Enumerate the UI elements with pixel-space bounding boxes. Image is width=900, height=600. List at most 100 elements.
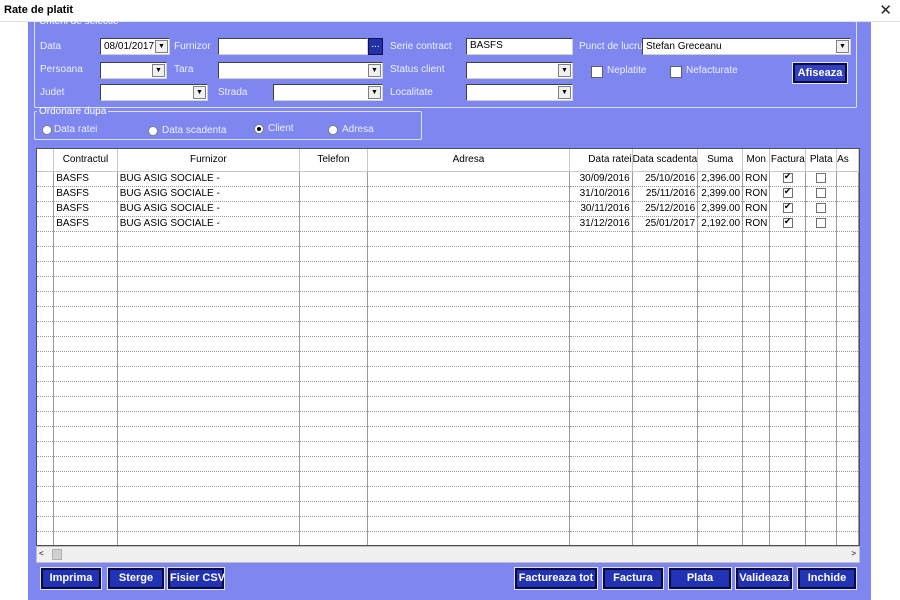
cell-as[interactable] (836, 336, 859, 352)
cell-data-ratei[interactable] (569, 291, 633, 307)
cell-mon[interactable] (742, 306, 771, 322)
cell-factura[interactable] (769, 381, 807, 397)
table-row[interactable] (37, 471, 859, 487)
chevron-down-icon[interactable]: ▼ (155, 40, 168, 53)
table-row[interactable] (37, 456, 859, 472)
judet-select[interactable]: ▼ (100, 84, 208, 101)
cell-factura[interactable] (769, 531, 807, 545)
row-selector[interactable] (37, 441, 55, 457)
cell-factura[interactable] (769, 486, 807, 502)
tara-select[interactable]: ▼ (218, 62, 383, 79)
cell-as[interactable] (836, 291, 859, 307)
cell-factura[interactable] (769, 321, 807, 337)
cell-furnizor[interactable] (117, 501, 300, 517)
cell-data-ratei[interactable] (569, 411, 633, 427)
cell-factura[interactable] (769, 471, 807, 487)
cell-factura[interactable] (769, 516, 807, 532)
row-selector[interactable] (37, 351, 55, 367)
cell-telefon[interactable] (299, 291, 369, 307)
plata-button[interactable]: Plata (668, 567, 732, 590)
cell-contract[interactable] (53, 531, 118, 545)
horizontal-scrollbar[interactable]: < > (36, 546, 860, 563)
cell-telefon[interactable] (299, 441, 369, 457)
cell-telefon[interactable] (299, 366, 369, 382)
row-selector[interactable] (37, 501, 55, 517)
table-row[interactable] (37, 366, 859, 382)
chevron-down-icon[interactable]: ▼ (836, 40, 849, 53)
cell-mon[interactable] (742, 276, 771, 292)
factura-checkbox[interactable] (782, 201, 793, 214)
col-header[interactable]: Plata (805, 149, 838, 172)
cell-furnizor[interactable] (117, 261, 300, 277)
cell-data-ratei[interactable] (569, 321, 633, 337)
row-selector[interactable] (37, 216, 55, 232)
cell-factura[interactable] (769, 231, 807, 247)
cell-contract[interactable] (53, 486, 118, 502)
cell-furnizor[interactable] (117, 396, 300, 412)
factura-button[interactable]: Factura (602, 567, 664, 590)
cell-data-ratei[interactable] (569, 336, 633, 352)
cell-contract[interactable]: BASFS (53, 171, 118, 187)
row-selector[interactable] (37, 456, 55, 472)
cell-plata[interactable] (805, 516, 838, 532)
row-selector[interactable] (37, 321, 55, 337)
cell-mon[interactable] (742, 456, 771, 472)
cell-data-ratei[interactable]: 31/12/2016 (569, 216, 633, 232)
cell-telefon[interactable] (299, 516, 369, 532)
cell-furnizor[interactable] (117, 231, 300, 247)
cell-suma[interactable]: 2,399.00 (697, 201, 744, 217)
cell-factura[interactable] (769, 291, 807, 307)
cell-mon[interactable]: RON (742, 216, 771, 232)
cell-data-scadenta[interactable] (632, 246, 699, 262)
row-selector[interactable] (37, 426, 55, 442)
cell-as[interactable] (836, 456, 859, 472)
cell-contract[interactable] (53, 396, 118, 412)
row-selector[interactable] (37, 246, 55, 262)
radio-data-scadenta[interactable] (148, 126, 158, 136)
cell-factura[interactable] (769, 171, 807, 187)
data-date-picker[interactable]: 08/01/2017 ▼ (100, 38, 170, 55)
cell-telefon[interactable] (299, 321, 369, 337)
cell-suma[interactable] (697, 291, 744, 307)
cell-adresa[interactable] (367, 426, 570, 442)
cell-contract[interactable] (53, 441, 118, 457)
chevron-down-icon[interactable]: ▼ (368, 86, 381, 99)
cell-as[interactable] (836, 171, 859, 187)
cell-plata[interactable] (805, 306, 838, 322)
cell-suma[interactable] (697, 396, 744, 412)
cell-adresa[interactable] (367, 321, 570, 337)
col-header[interactable]: Mon (742, 149, 771, 172)
cell-plata[interactable] (805, 366, 838, 382)
row-selector[interactable] (37, 231, 55, 247)
col-header[interactable]: Telefon (299, 149, 369, 172)
cell-factura[interactable] (769, 366, 807, 382)
cell-furnizor[interactable] (117, 306, 300, 322)
cell-suma[interactable] (697, 411, 744, 427)
cell-data-ratei[interactable] (569, 306, 633, 322)
cell-as[interactable] (836, 201, 859, 217)
cell-data-scadenta[interactable] (632, 351, 699, 367)
row-selector[interactable] (37, 396, 55, 412)
cell-suma[interactable] (697, 456, 744, 472)
sterge-button[interactable]: Sterge (107, 567, 165, 590)
row-selector[interactable] (37, 471, 55, 487)
factura-checkbox[interactable] (782, 186, 793, 199)
row-selector[interactable] (37, 336, 55, 352)
cell-furnizor[interactable] (117, 411, 300, 427)
cell-mon[interactable] (742, 366, 771, 382)
row-selector[interactable] (37, 516, 55, 532)
cell-plata[interactable] (805, 456, 838, 472)
furnizor-browse-button[interactable]: ... (368, 38, 383, 55)
row-selector[interactable] (37, 261, 55, 277)
cell-contract[interactable] (53, 246, 118, 262)
cell-mon[interactable] (742, 411, 771, 427)
table-row[interactable]: BASFS BUG ASIG SOCIALE - 31/12/2016 25/01/2… (37, 216, 859, 232)
cell-adresa[interactable] (367, 186, 570, 202)
cell-suma[interactable] (697, 486, 744, 502)
cell-furnizor[interactable]: BUG ASIG SOCIALE - (117, 216, 300, 232)
cell-factura[interactable] (769, 276, 807, 292)
cell-data-ratei[interactable] (569, 396, 633, 412)
cell-contract[interactable]: BASFS (53, 201, 118, 217)
cell-data-scadenta[interactable] (632, 381, 699, 397)
chevron-down-icon[interactable]: ▼ (558, 86, 571, 99)
